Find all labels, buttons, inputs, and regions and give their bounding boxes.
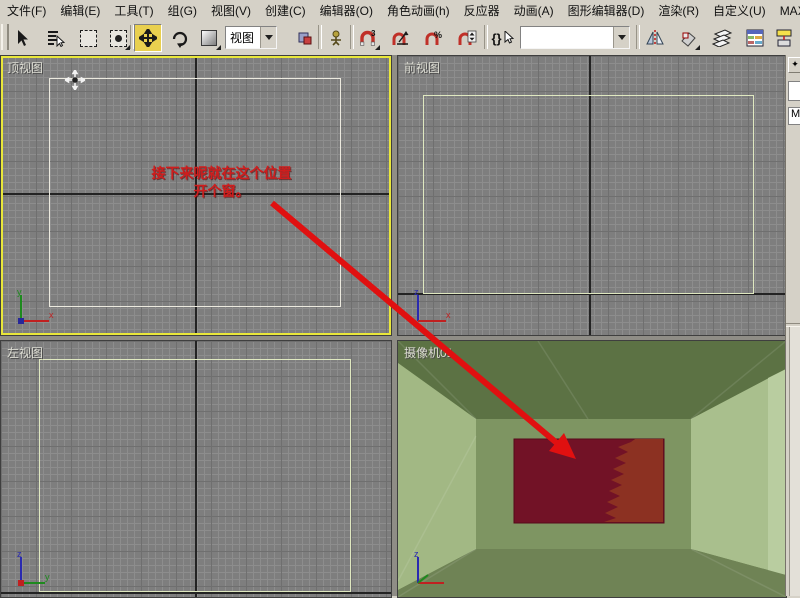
curve-editor-button[interactable] <box>741 24 769 52</box>
select-by-name-icon <box>47 29 65 47</box>
align-button[interactable] <box>674 24 702 52</box>
svg-text:z: z <box>414 549 419 559</box>
axis-tripod-camera: z <box>408 549 454 591</box>
dropdown-arrow-icon[interactable] <box>260 27 276 48</box>
schematic-view-button[interactable] <box>770 24 798 52</box>
flyout-corner <box>695 45 700 50</box>
menu-graph-editors[interactable]: 图形编辑器(D) <box>561 0 652 21</box>
object-name-field[interactable] <box>788 81 800 101</box>
move-cursor-icon <box>65 70 85 90</box>
menu-customize[interactable]: 自定义(U) <box>706 0 773 21</box>
rotate-icon <box>170 29 189 48</box>
viewport-camera-label[interactable]: 摄像机01 <box>404 344 453 361</box>
svg-text:3: 3 <box>371 29 376 38</box>
spinner-snap-button[interactable] <box>453 24 481 52</box>
menu-tools[interactable]: 工具(T) <box>107 0 160 21</box>
mirror-button[interactable] <box>641 24 669 52</box>
menu-edit[interactable]: 编辑(E) <box>53 0 107 21</box>
axis-tripod-front: z x <box>408 287 454 329</box>
toolbar-separator <box>636 25 640 49</box>
menu-create[interactable]: 创建(C) <box>258 0 313 21</box>
snap-toggle-button[interactable]: 3 <box>354 24 382 52</box>
viewport-left-label[interactable]: 左视图 <box>7 344 43 361</box>
schematic-view-icon <box>774 29 794 47</box>
menu-maxscript[interactable]: MAX脚本(M) <box>773 0 800 21</box>
select-by-name-button[interactable] <box>42 24 70 52</box>
spinner-snap-icon <box>457 29 477 48</box>
command-panel: ✦ M <box>785 55 800 596</box>
flyout-corner <box>375 45 380 50</box>
pivot-center-icon <box>297 30 313 46</box>
use-pivot-center-button[interactable] <box>293 24 317 52</box>
camera-room-render <box>398 341 786 597</box>
layers-icon <box>711 29 733 47</box>
viewport-top[interactable]: 顶视图 接下来呢就在这个位置 开个窗。 y x <box>0 55 392 336</box>
layer-manager-button[interactable] <box>708 24 736 52</box>
dropdown-arrow-icon[interactable] <box>613 27 629 48</box>
abc-cursor-icon <box>503 31 515 45</box>
selection-filter-button[interactable] <box>104 24 132 52</box>
menu-character[interactable]: 角色动画(h) <box>380 0 457 21</box>
reference-coordinate-dropdown[interactable]: 视图 <box>225 26 277 49</box>
room-outline-front[interactable] <box>423 95 754 294</box>
selection-filter-icon <box>110 30 127 47</box>
origin-axis-horizontal <box>1 592 391 594</box>
menu-animation[interactable]: 动画(A) <box>507 0 561 21</box>
viewport-left[interactable]: 左视图 z y <box>0 340 392 598</box>
svg-text:y: y <box>17 287 22 297</box>
menu-views[interactable]: 视图(V) <box>204 0 258 21</box>
angle-snap-icon <box>391 29 411 48</box>
menu-rendering[interactable]: 渲染(R) <box>651 0 706 21</box>
flyout-corner <box>216 45 221 50</box>
select-and-manipulate-button[interactable] <box>322 24 350 52</box>
manipulate-icon <box>327 29 345 47</box>
select-arrow-icon <box>13 29 31 47</box>
menu-modifiers[interactable]: 编辑器(O) <box>313 0 380 21</box>
menu-group[interactable]: 组(G) <box>161 0 204 21</box>
modifier-list-dropdown[interactable]: M <box>788 107 800 125</box>
svg-text:y: y <box>45 572 50 582</box>
percent-snap-icon: % <box>424 29 444 48</box>
angle-snap-button[interactable] <box>387 24 415 52</box>
toolbar-separator <box>484 25 488 49</box>
move-icon <box>139 29 157 47</box>
command-panel-tab-icon[interactable]: ✦ <box>788 57 800 73</box>
annotation-text: 接下来呢就在这个位置 开个窗。 <box>119 164 324 200</box>
scale-icon <box>201 30 217 46</box>
viewport-area: 顶视图 接下来呢就在这个位置 开个窗。 y x <box>0 55 800 596</box>
axis-tripod-left: z y <box>11 549 57 591</box>
svg-text:x: x <box>446 310 451 320</box>
rectangular-selection-button[interactable] <box>74 24 102 52</box>
main-toolbar: 视图 3 <box>0 20 800 56</box>
menu-bar: 文件(F) 编辑(E) 工具(T) 组(G) 视图(V) 创建(C) 编辑器(O… <box>0 0 800 21</box>
reference-coordinate-value: 视图 <box>226 29 260 46</box>
select-object-button[interactable] <box>8 24 36 52</box>
named-selection-combobox[interactable] <box>520 26 630 49</box>
menu-reactor[interactable]: 反应器 <box>457 0 507 21</box>
svg-text:%: % <box>434 30 442 40</box>
menu-file[interactable]: 文件(F) <box>0 0 53 21</box>
room-outline-left[interactable] <box>39 359 351 592</box>
select-and-scale-button[interactable] <box>195 24 223 52</box>
rollout-area[interactable] <box>789 327 800 596</box>
svg-text:x: x <box>49 310 54 320</box>
viewport-top-label[interactable]: 顶视图 <box>7 59 43 76</box>
percent-snap-button[interactable]: % <box>420 24 448 52</box>
curve-editor-icon <box>746 29 764 47</box>
material-editor-button[interactable] <box>796 24 800 52</box>
axis-tripod-top: y x <box>11 287 57 329</box>
svg-text:z: z <box>414 287 419 297</box>
select-and-move-button[interactable] <box>134 24 162 52</box>
3dsmax-window: 文件(F) 编辑(E) 工具(T) 组(G) 视图(V) 创建(C) 编辑器(O… <box>0 0 800 596</box>
rectangular-selection-icon <box>80 30 97 47</box>
braces-icon: {} <box>491 32 501 45</box>
select-and-rotate-button[interactable] <box>165 24 193 52</box>
viewport-camera[interactable]: 摄像机01 z <box>397 340 787 598</box>
svg-text:z: z <box>17 549 22 559</box>
viewport-front[interactable]: 前视图 z x <box>397 55 787 336</box>
mirror-icon <box>645 29 665 47</box>
viewport-front-label[interactable]: 前视图 <box>404 59 440 76</box>
named-selection-sets-button[interactable]: {} <box>489 24 517 52</box>
